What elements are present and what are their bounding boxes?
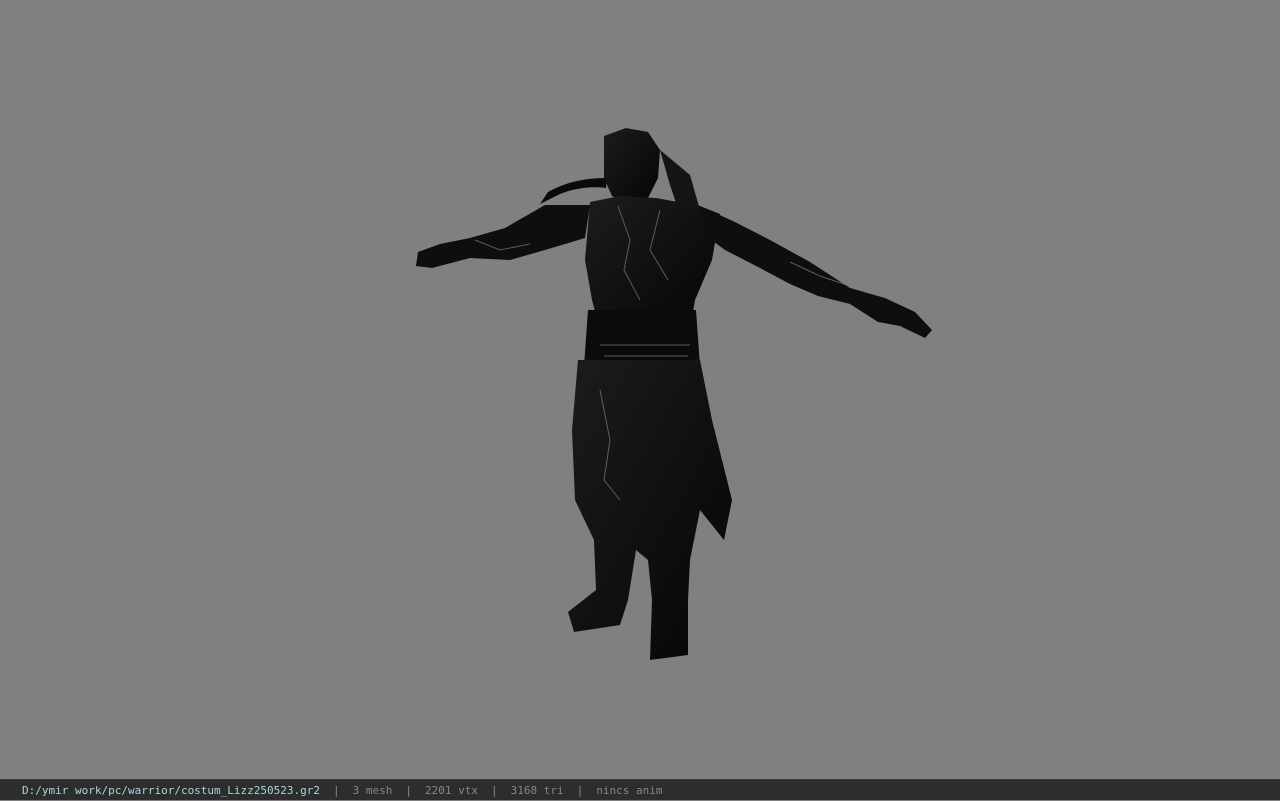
3d-viewport[interactable] xyxy=(0,0,1280,779)
separator: | xyxy=(333,783,340,797)
triangle-count-text: 3168 tri xyxy=(510,783,564,797)
character-model xyxy=(416,128,932,660)
mesh-count-text: 3 mesh xyxy=(352,783,393,797)
file-path-text: D:/ymir work/pc/warrior/costum_Lizz25052… xyxy=(22,783,321,797)
animation-status-text: nincs anim xyxy=(596,783,663,797)
status-bar: D:/ymir work/pc/warrior/costum_Lizz25052… xyxy=(0,779,1280,800)
separator: | xyxy=(576,783,584,797)
separator: | xyxy=(491,783,498,797)
vertex-count-text: 2201 vtx xyxy=(425,783,478,797)
separator: | xyxy=(405,783,413,797)
